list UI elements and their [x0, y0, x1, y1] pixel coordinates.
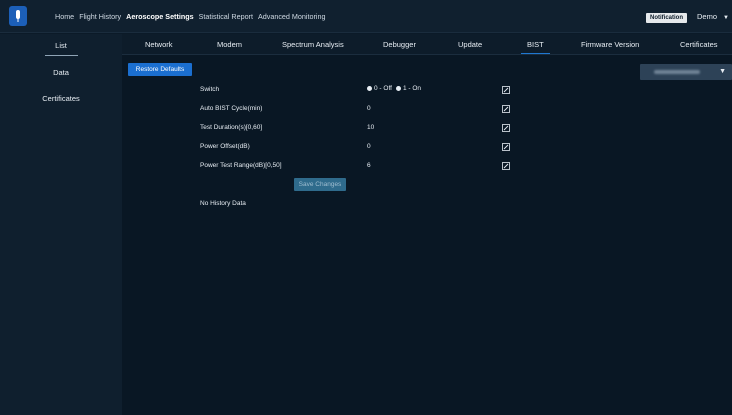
nav-home[interactable]: Home — [55, 12, 74, 21]
power-offset-value: 0 — [367, 143, 371, 150]
sidebar: List Data Certificates — [0, 34, 122, 415]
edit-icon[interactable] — [502, 124, 510, 132]
radio-selected-icon — [367, 86, 372, 91]
restore-defaults-button[interactable]: Restore Defaults — [128, 63, 192, 76]
main-nav: Home Flight History Aeroscope Settings S… — [55, 0, 330, 33]
nav-statistical-report[interactable]: Statistical Report — [199, 12, 253, 21]
power-test-range-label: Power Test Range(dB)[0,50] — [200, 162, 282, 169]
aeroscope-logo-icon[interactable] — [9, 6, 27, 26]
auto-bist-cycle-value: 0 — [367, 105, 371, 112]
top-bar: Home Flight History Aeroscope Settings S… — [0, 0, 732, 33]
switch-radio-group: 0 - Off 1 - On — [367, 85, 425, 92]
tab-network[interactable]: Network — [145, 40, 173, 49]
auto-bist-cycle-label: Auto BIST Cycle(min) — [200, 105, 263, 112]
save-changes-button[interactable]: Save Changes — [294, 178, 346, 191]
test-duration-value: 10 — [367, 124, 375, 131]
device-id-blurred — [654, 70, 700, 74]
sidebar-item-certificates[interactable]: Certificates — [0, 94, 122, 103]
nav-flight-history[interactable]: Flight History — [79, 12, 121, 21]
settings-tabs: Network Modem Spectrum Analysis Debugger… — [122, 34, 732, 55]
tab-debugger[interactable]: Debugger — [383, 40, 416, 49]
tab-bist[interactable]: BIST — [521, 40, 550, 54]
user-name: Demo — [697, 12, 718, 21]
nav-advanced-monitoring[interactable]: Advanced Monitoring — [258, 12, 326, 21]
edit-icon[interactable] — [502, 105, 510, 113]
nav-aeroscope-settings[interactable]: Aeroscope Settings — [126, 12, 194, 21]
edit-icon[interactable] — [502, 86, 510, 94]
tab-spectrum-analysis[interactable]: Spectrum Analysis — [282, 40, 344, 49]
switch-label: Switch — [200, 86, 220, 93]
sidebar-item-list[interactable]: List — [0, 41, 122, 56]
edit-icon[interactable] — [502, 143, 510, 151]
edit-icon[interactable] — [502, 162, 510, 170]
device-select[interactable]: ▼ — [640, 64, 732, 80]
tab-certificates[interactable]: Certificates — [680, 40, 718, 49]
tab-modem[interactable]: Modem — [217, 40, 242, 49]
radio-icon — [395, 86, 401, 91]
switch-radio-on[interactable]: 1 - On — [395, 85, 421, 92]
switch-radio-off[interactable]: 0 - Off — [367, 85, 392, 92]
tab-update[interactable]: Update — [458, 40, 482, 49]
main-content: Network Modem Spectrum Analysis Debugger… — [122, 34, 732, 415]
test-duration-label: Test Duration(s)[0,60] — [200, 124, 263, 131]
chevron-down-icon: ▼ — [723, 15, 729, 21]
power-test-range-value: 6 — [367, 162, 371, 169]
notification-button[interactable]: Notification — [646, 13, 687, 23]
no-history-text: No History Data — [200, 200, 246, 207]
tab-firmware-version[interactable]: Firmware Version — [581, 40, 639, 49]
user-menu[interactable]: Demo ▼ — [697, 12, 729, 21]
power-offset-label: Power Offset(dB) — [200, 143, 250, 150]
sidebar-item-data[interactable]: Data — [0, 68, 122, 77]
chevron-down-icon: ▼ — [719, 68, 726, 75]
